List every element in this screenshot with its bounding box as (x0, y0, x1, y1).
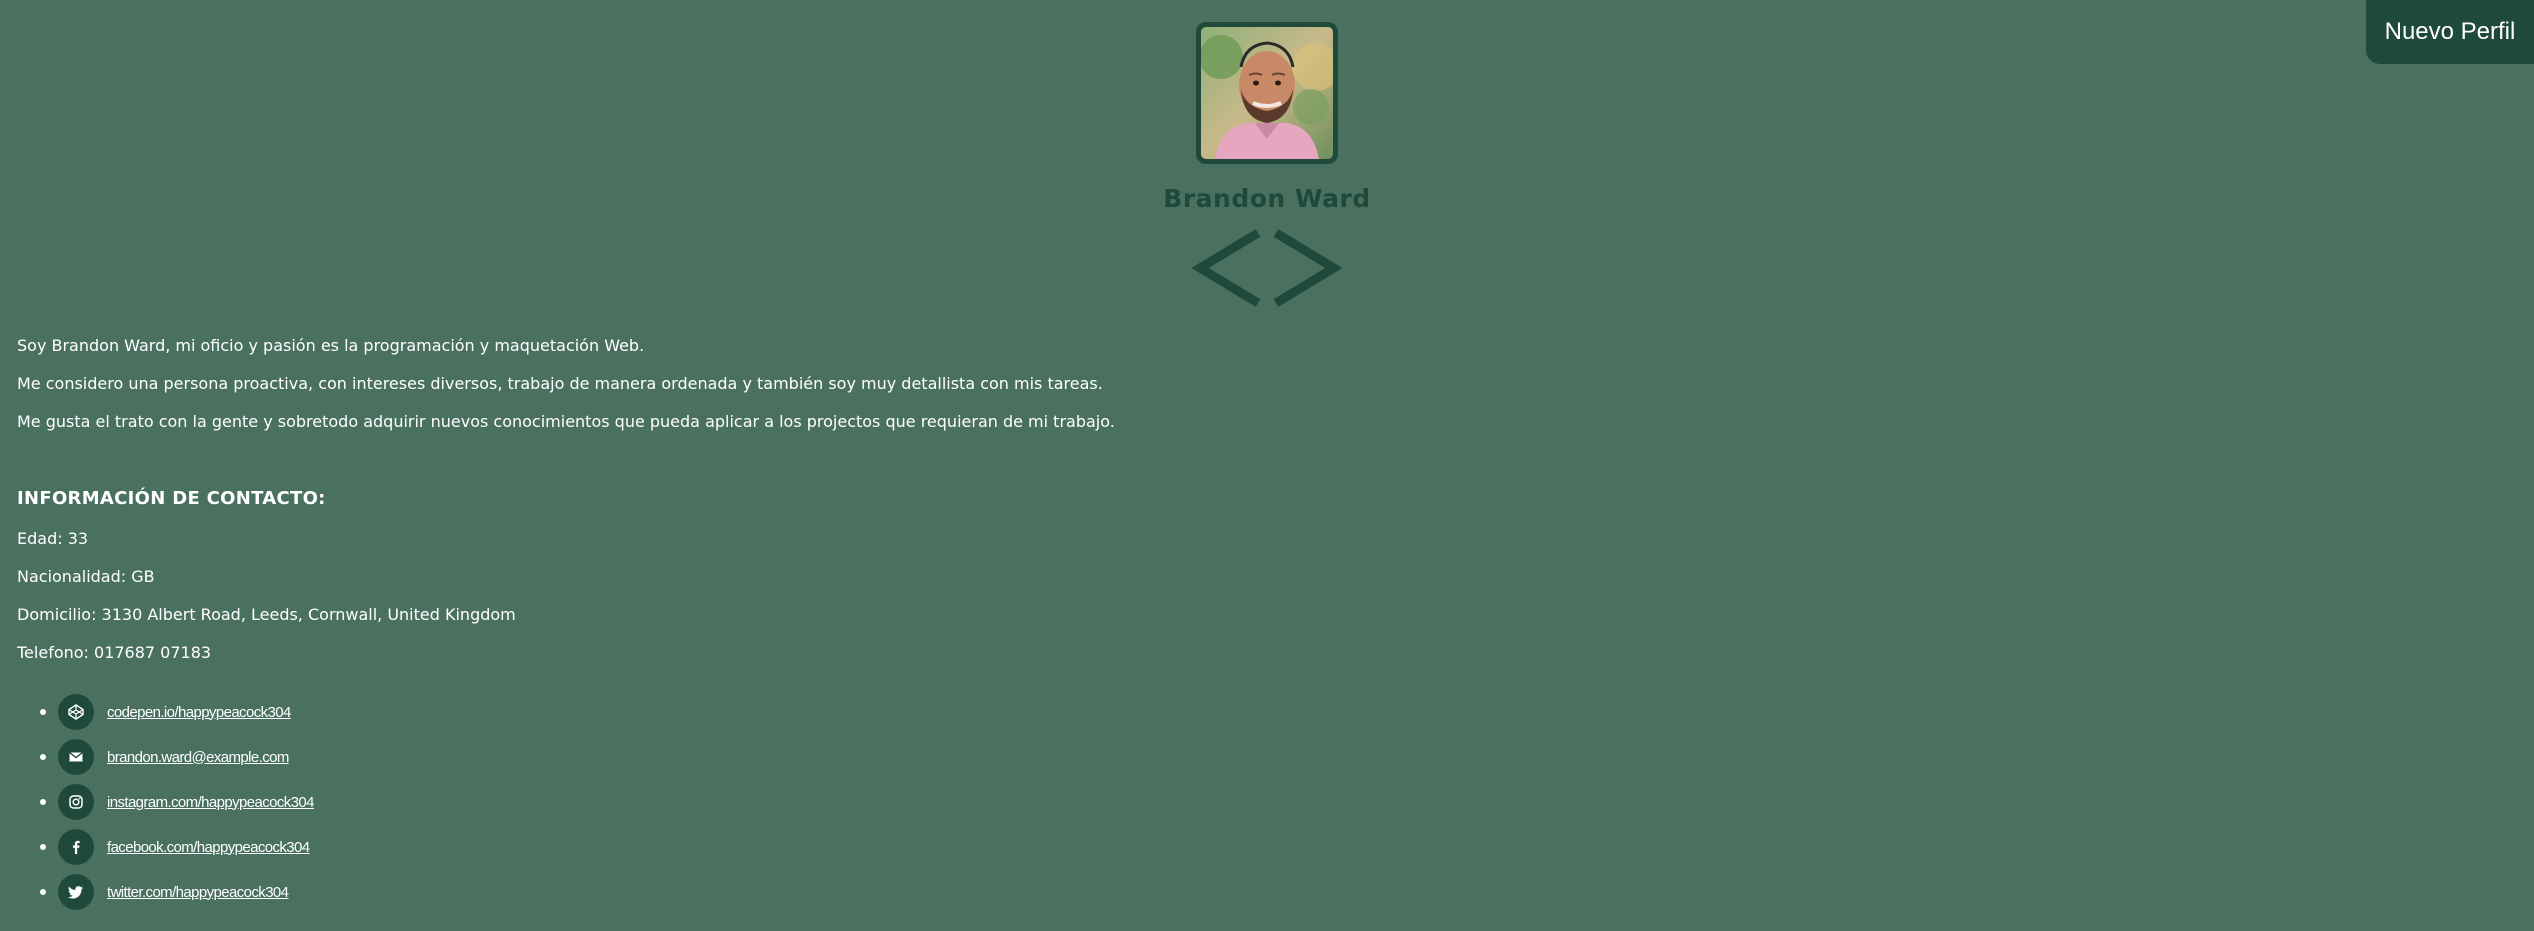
contact-nationality: Nacionalidad: GB (17, 567, 155, 586)
bio-section: Soy Brandon Ward, mi oficio y pasión es … (17, 336, 1115, 450)
twitter-icon[interactable] (58, 874, 94, 910)
social-link-item: facebook.com/happypeacock304 (40, 829, 314, 865)
list-bullet (40, 844, 46, 850)
profile-header: Brandon Ward (0, 22, 2534, 313)
social-link-item: brandon.ward@example.com (40, 739, 314, 775)
bio-paragraph: Me considero una persona proactiva, con … (17, 374, 1103, 393)
contact-phone: Telefono: 017687 07183 (17, 643, 212, 662)
facebook-icon[interactable] (58, 829, 94, 865)
codepen-icon[interactable] (58, 694, 94, 730)
code-icon (1191, 227, 1343, 313)
profile-page: Nuevo Perfil Brandon Ward Soy Brandon Wa… (0, 0, 2534, 931)
social-link-item: instagram.com/happypeacock304 (40, 784, 315, 820)
profile-name: Brandon Ward (1163, 184, 1371, 213)
instagram-link[interactable]: instagram.com/happypeacock304 (107, 794, 315, 811)
contact-address: Domicilio: 3130 Albert Road, Leeds, Corn… (17, 605, 516, 624)
bio-paragraph: Me gusta el trato con la gente y sobreto… (17, 412, 1115, 431)
email-link[interactable]: brandon.ward@example.com (107, 749, 289, 766)
contact-section: INFORMACIÓN DE CONTACTO: Edad: 33 Nacion… (17, 487, 516, 681)
contact-heading: INFORMACIÓN DE CONTACTO: (17, 488, 326, 509)
contact-age: Edad: 33 (17, 529, 89, 548)
social-links-list: codepen.io/happypeacock304 brandon.ward@… (40, 694, 315, 919)
social-link-item: twitter.com/happypeacock304 (40, 874, 314, 910)
instagram-icon[interactable] (58, 784, 94, 820)
list-bullet (40, 799, 46, 805)
list-bullet (40, 754, 46, 760)
avatar-photo (1201, 27, 1333, 159)
codepen-link[interactable]: codepen.io/happypeacock304 (107, 704, 291, 721)
twitter-link[interactable]: twitter.com/happypeacock304 (107, 884, 289, 901)
social-link-item: codepen.io/happypeacock304 (40, 694, 314, 730)
bio-paragraph: Soy Brandon Ward, mi oficio y pasión es … (17, 336, 645, 355)
avatar (1196, 22, 1338, 164)
list-bullet (40, 889, 46, 895)
list-bullet (40, 709, 46, 715)
facebook-link[interactable]: facebook.com/happypeacock304 (107, 839, 310, 856)
envelope-icon[interactable] (58, 739, 94, 775)
